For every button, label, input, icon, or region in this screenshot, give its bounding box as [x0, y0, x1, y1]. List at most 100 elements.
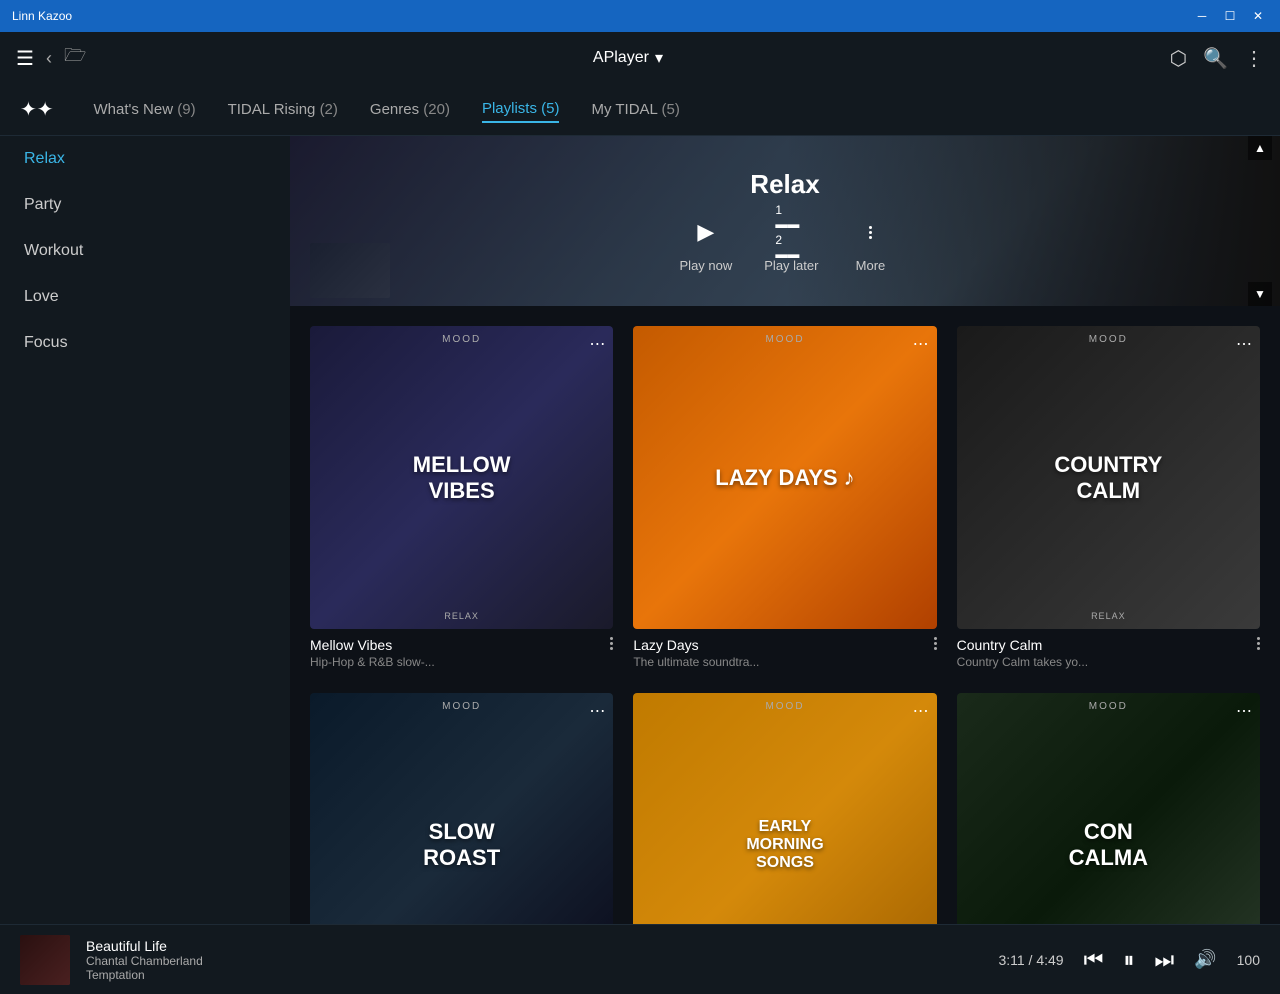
lazy-card-name: Lazy Days [633, 637, 759, 653]
more-icon [850, 212, 890, 252]
toolbar-right: ⬡ 🔍 ⋮ [1170, 46, 1264, 71]
morning-more-icon[interactable]: ⋯ [913, 701, 929, 721]
play-now-icon: ▶ [686, 212, 726, 252]
country-card-text: Country Calm Country Calm takes yo... [957, 637, 1088, 669]
mellow-mood-tag: MOOD [310, 334, 613, 345]
track-title: Beautiful Life [86, 938, 982, 954]
slow-more-icon[interactable]: ⋯ [589, 701, 605, 721]
mellow-vibes-image: MOOD MELLOWVIBES RELAX ⋯ [310, 326, 613, 629]
tab-tidal-rising[interactable]: TIDAL Rising (2) [228, 97, 338, 122]
cast-button[interactable]: ⬡ [1170, 46, 1187, 71]
slow-title: SLOWROAST [423, 819, 500, 871]
mellow-more-icon[interactable]: ⋯ [589, 334, 605, 354]
mood-card-early-morning[interactable]: MOOD EARLYMORNINGSONGS RELAX ⋯ Early Mor… [633, 693, 936, 924]
back-button[interactable]: ‹ [46, 48, 52, 69]
menu-button[interactable]: ☰ [16, 46, 34, 71]
play-now-button[interactable]: ▶ Play now [680, 212, 733, 273]
lazy-title: LAZY DAYS ♪ [715, 465, 854, 491]
calma-title: CONCALMA [1069, 819, 1148, 871]
play-later-button[interactable]: 1 ▬▬ 2 ▬▬ Play later [764, 212, 818, 273]
tab-whats-new[interactable]: What's New (9) [94, 97, 196, 122]
hero-thumbnail [310, 243, 390, 298]
more-button[interactable]: More [850, 212, 890, 273]
album-art [20, 935, 70, 985]
scroll-down-arrow[interactable]: ▼ [1248, 282, 1272, 306]
window-controls[interactable]: ─ ☐ ✕ [1192, 6, 1268, 26]
country-card-info: Country Calm Country Calm takes yo... [957, 629, 1260, 673]
sidebar-item-relax[interactable]: Relax [0, 136, 290, 182]
play-now-label: Play now [680, 258, 733, 273]
lazy-mood-tag: MOOD [633, 334, 936, 345]
sidebar: Relax Party Workout Love Focus [0, 136, 290, 924]
mood-card-country-calm[interactable]: MOOD COUNTRYCALM RELAX ⋯ Country Calm Co… [957, 326, 1260, 673]
track-artist: Chantal Chamberland [86, 954, 982, 968]
country-sub-tag: RELAX [957, 611, 1260, 621]
mood-grid-section: MOOD MELLOWVIBES RELAX ⋯ Mellow Vibes Hi… [290, 306, 1280, 924]
hero-banner: Relax ▶ Play now 1 ▬▬ 2 ▬▬ Play later [290, 136, 1280, 306]
country-card-name: Country Calm [957, 637, 1088, 653]
mellow-card-desc: Hip-Hop & R&B slow-... [310, 655, 435, 669]
title-bar: Linn Kazoo ─ ☐ ✕ [0, 0, 1280, 32]
maximize-button[interactable]: ☐ [1220, 6, 1240, 26]
volume-button[interactable]: 🔊 [1194, 949, 1216, 970]
mood-card-slow-roast[interactable]: MOOD SLOWROAST RELAX ⋯ Slow Roast Ease i… [310, 693, 613, 924]
slow-mood-tag: MOOD [310, 701, 613, 712]
hero-actions: ▶ Play now 1 ▬▬ 2 ▬▬ Play later [680, 212, 891, 273]
tab-playlists[interactable]: Playlists (5) [482, 96, 560, 123]
country-title: COUNTRYCALM [1054, 452, 1162, 504]
sidebar-item-love[interactable]: Love [0, 274, 290, 320]
track-time: 3:11 / 4:49 [998, 952, 1063, 968]
nav-tabs: ✦✦ What's New (9) TIDAL Rising (2) Genre… [0, 84, 1280, 136]
pause-button[interactable]: ⏸ [1123, 947, 1134, 973]
main-area: Relax Party Workout Love Focus Relax [0, 136, 1280, 924]
play-later-icon: 1 ▬▬ 2 ▬▬ [771, 212, 811, 252]
country-more-icon[interactable]: ⋯ [1236, 334, 1252, 354]
con-calma-image: MOOD CONCALMA RELAX ⋯ [957, 693, 1260, 924]
lazy-more-icon[interactable]: ⋯ [913, 334, 929, 354]
rewind-button[interactable]: ⏮ [1084, 947, 1104, 973]
morning-mood-tag: MOOD [633, 701, 936, 712]
minimize-button[interactable]: ─ [1192, 6, 1212, 26]
mood-card-mellow-vibes[interactable]: MOOD MELLOWVIBES RELAX ⋯ Mellow Vibes Hi… [310, 326, 613, 673]
sidebar-item-workout[interactable]: Workout [0, 228, 290, 274]
fast-forward-button[interactable]: ⏭ [1154, 947, 1174, 973]
mood-card-con-calma[interactable]: MOOD CONCALMA RELAX ⋯ Con Calma Kick bac… [957, 693, 1260, 924]
close-button[interactable]: ✕ [1248, 6, 1268, 26]
playback-controls: 3:11 / 4:49 ⏮ ⏸ ⏭ 🔊 100 [998, 947, 1260, 973]
mellow-card-name: Mellow Vibes [310, 637, 435, 653]
country-mood-tag: MOOD [957, 334, 1260, 345]
player-name: APlayer [593, 49, 649, 67]
lazy-card-menu[interactable] [934, 637, 937, 650]
mood-card-lazy-days[interactable]: MOOD LAZY DAYS ♪ ⋯ Lazy Days The ultimat… [633, 326, 936, 673]
tab-my-tidal[interactable]: My TIDAL (5) [591, 97, 679, 122]
toolbar-center: APlayer ▾ [86, 48, 1169, 68]
country-calm-image: MOOD COUNTRYCALM RELAX ⋯ [957, 326, 1260, 629]
calma-mood-tag: MOOD [957, 701, 1260, 712]
more-label: More [856, 258, 886, 273]
browse-button[interactable]: 🗁 [64, 43, 86, 73]
hero-title: Relax [750, 169, 819, 200]
mellow-card-menu[interactable] [610, 637, 613, 650]
mellow-card-text: Mellow Vibes Hip-Hop & R&B slow-... [310, 637, 435, 669]
lazy-card-info: Lazy Days The ultimate soundtra... [633, 629, 936, 673]
scroll-up-arrow[interactable]: ▲ [1248, 136, 1272, 160]
sidebar-item-party[interactable]: Party [0, 182, 290, 228]
tab-genres[interactable]: Genres (20) [370, 97, 450, 122]
hero-content: Relax ▶ Play now 1 ▬▬ 2 ▬▬ Play later [680, 169, 891, 273]
app-title: Linn Kazoo [12, 9, 72, 23]
mellow-sub-tag: RELAX [310, 611, 613, 621]
overflow-menu-button[interactable]: ⋮ [1244, 46, 1264, 71]
mellow-card-info: Mellow Vibes Hip-Hop & R&B slow-... [310, 629, 613, 673]
dropdown-icon: ▾ [655, 48, 663, 68]
country-card-desc: Country Calm takes yo... [957, 655, 1088, 669]
calma-more-icon[interactable]: ⋯ [1236, 701, 1252, 721]
sidebar-item-focus[interactable]: Focus [0, 320, 290, 366]
search-button[interactable]: 🔍 [1203, 46, 1228, 71]
lazy-days-image: MOOD LAZY DAYS ♪ ⋯ [633, 326, 936, 629]
mood-grid: MOOD MELLOWVIBES RELAX ⋯ Mellow Vibes Hi… [310, 326, 1260, 924]
now-playing-info: Beautiful Life Chantal Chamberland Tempt… [86, 938, 982, 982]
player-selector[interactable]: APlayer ▾ [593, 48, 663, 68]
morning-title: EARLYMORNINGSONGS [746, 818, 823, 872]
country-card-menu[interactable] [1257, 637, 1260, 650]
now-playing-bar: Beautiful Life Chantal Chamberland Tempt… [0, 924, 1280, 994]
